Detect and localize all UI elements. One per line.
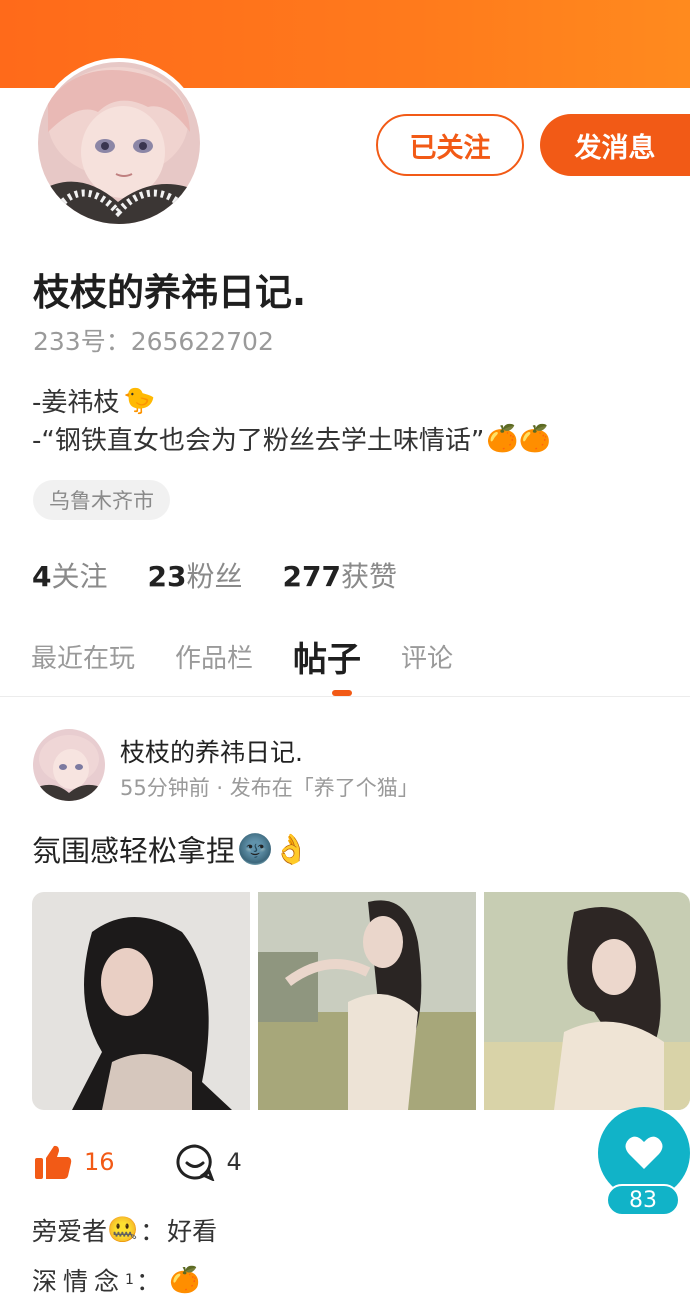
- bio-line-2: -“钢铁直女也会为了粉丝去学土味情话” 🍊🍊: [32, 420, 551, 457]
- like-count: 16: [84, 1148, 115, 1176]
- avatar-illustration: [38, 62, 200, 224]
- stat-followers[interactable]: 23粉丝: [148, 555, 243, 595]
- location-tag[interactable]: 乌鲁木齐市: [33, 480, 170, 520]
- post-avatar-illustration: [33, 729, 105, 801]
- profile-avatar[interactable]: [34, 58, 204, 228]
- stat-likes-label: 获赞: [340, 560, 397, 593]
- post-meta: 55分钟前 · 发布在「养了个猫」: [120, 776, 419, 800]
- reply-1[interactable]: 旁爱者 🤐 ： 好看: [32, 1212, 217, 1248]
- thumbs-up-icon: [35, 1145, 72, 1179]
- like-button[interactable]: 16: [34, 1144, 115, 1180]
- stat-following-count: 4: [32, 560, 52, 593]
- comment-count: 4: [226, 1148, 242, 1176]
- post-text-emoji: 🌚👌: [237, 831, 310, 866]
- photo-1-image: [32, 892, 250, 1110]
- reply-1-text: 好看: [167, 1217, 218, 1246]
- post-photo-2[interactable]: [258, 892, 476, 1110]
- stat-followers-label: 粉丝: [186, 560, 243, 593]
- post-author-name[interactable]: 枝枝的养祎日记.: [120, 733, 303, 769]
- bio-line-2-text: -“钢铁直女也会为了粉丝去学土味情话”: [32, 426, 485, 456]
- zipper-mouth-emoji: 🤐: [107, 1215, 139, 1244]
- reply-2-author-sup: 1: [125, 1272, 134, 1288]
- tab-recently-played[interactable]: 最近在玩: [31, 638, 135, 675]
- comment-bubble-icon: [175, 1144, 214, 1181]
- stat-followers-count: 23: [147, 560, 187, 593]
- reply-1-author: 旁爱者: [32, 1217, 108, 1246]
- favorite-count: 83: [606, 1184, 680, 1216]
- stat-following-label: 关注: [51, 560, 108, 593]
- bio-line-1: -姜祎枝 🐤: [32, 382, 156, 419]
- stat-following[interactable]: 4关注: [32, 555, 108, 595]
- reply-2[interactable]: 深情念 1 ： 🍊: [32, 1262, 200, 1296]
- tabs-divider: [0, 696, 690, 697]
- post-text-body: 氛围感轻松拿捏: [32, 834, 236, 868]
- tab-works[interactable]: 作品栏: [175, 638, 253, 675]
- comment-button[interactable]: 4: [175, 1143, 242, 1181]
- stat-likes-count: 277: [282, 560, 341, 593]
- reply-2-author: 深情念: [32, 1267, 126, 1296]
- profile-uid: 233号：265622702: [33, 327, 274, 356]
- profile-stats: 4关注 23粉丝 277获赞: [32, 555, 397, 595]
- post-actions: 16 4: [34, 1143, 242, 1181]
- tab-posts[interactable]: 帖子: [293, 632, 361, 681]
- tab-comments[interactable]: 评论: [401, 638, 453, 675]
- orange-emoji-reply: 🍊: [168, 1265, 201, 1294]
- stat-likes[interactable]: 277获赞: [282, 555, 396, 595]
- post-text: 氛围感轻松拿捏 🌚👌: [32, 828, 309, 870]
- photo-3-image: [484, 892, 690, 1110]
- profile-name: 枝枝的养祎日记.: [33, 271, 307, 314]
- bio-line-1-text: -姜祎枝: [32, 388, 120, 418]
- post-photo-1[interactable]: [32, 892, 250, 1110]
- send-message-button[interactable]: 发消息: [540, 114, 690, 176]
- profile-tabs: 最近在玩 作品栏 帖子 评论: [31, 632, 453, 681]
- orange-emoji: 🍊🍊: [486, 423, 552, 454]
- post-author-avatar[interactable]: [33, 729, 105, 801]
- chick-emoji: 🐤: [123, 385, 156, 416]
- photo-2-image: [258, 892, 476, 1110]
- heart-icon: [625, 1136, 663, 1169]
- followed-button[interactable]: 已关注: [376, 114, 524, 176]
- post-photo-3[interactable]: [484, 892, 690, 1110]
